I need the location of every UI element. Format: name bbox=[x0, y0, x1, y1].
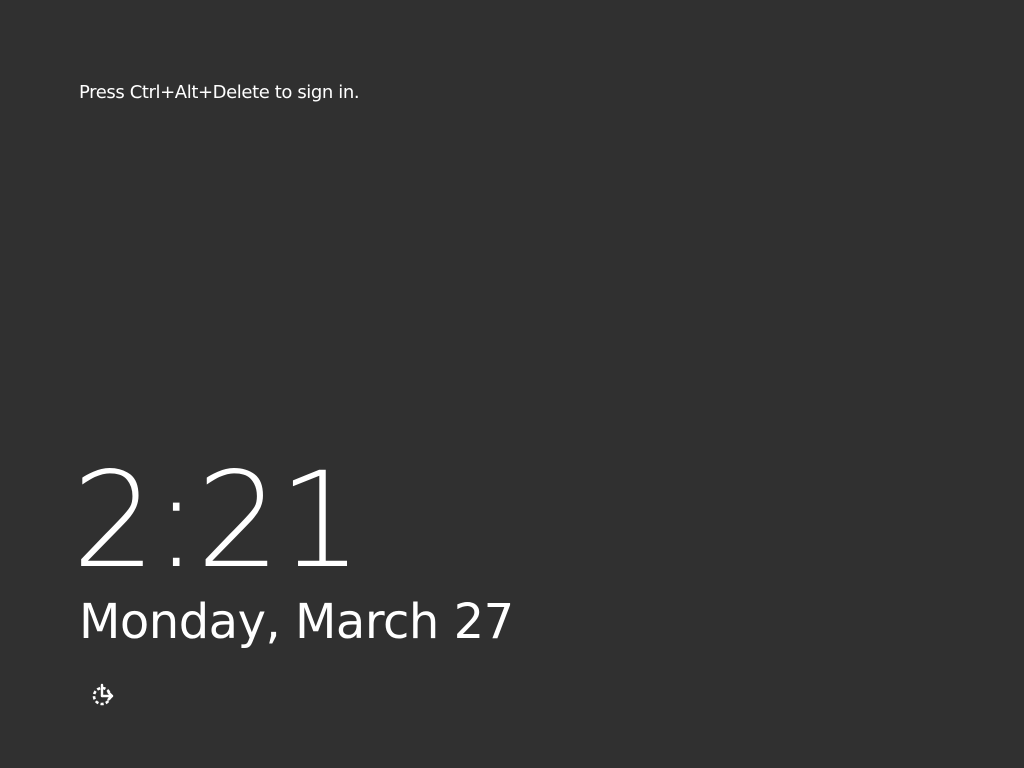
clock-time: 2:21 bbox=[72, 444, 362, 598]
clock-date: Monday, March 27 bbox=[79, 594, 514, 650]
lock-screen[interactable]: Press Ctrl+Alt+Delete to sign in. 2:21 M… bbox=[0, 0, 1024, 768]
ease-of-access-icon bbox=[92, 683, 114, 706]
ease-of-access-button[interactable] bbox=[86, 676, 122, 712]
sign-in-prompt: Press Ctrl+Alt+Delete to sign in. bbox=[79, 82, 360, 103]
